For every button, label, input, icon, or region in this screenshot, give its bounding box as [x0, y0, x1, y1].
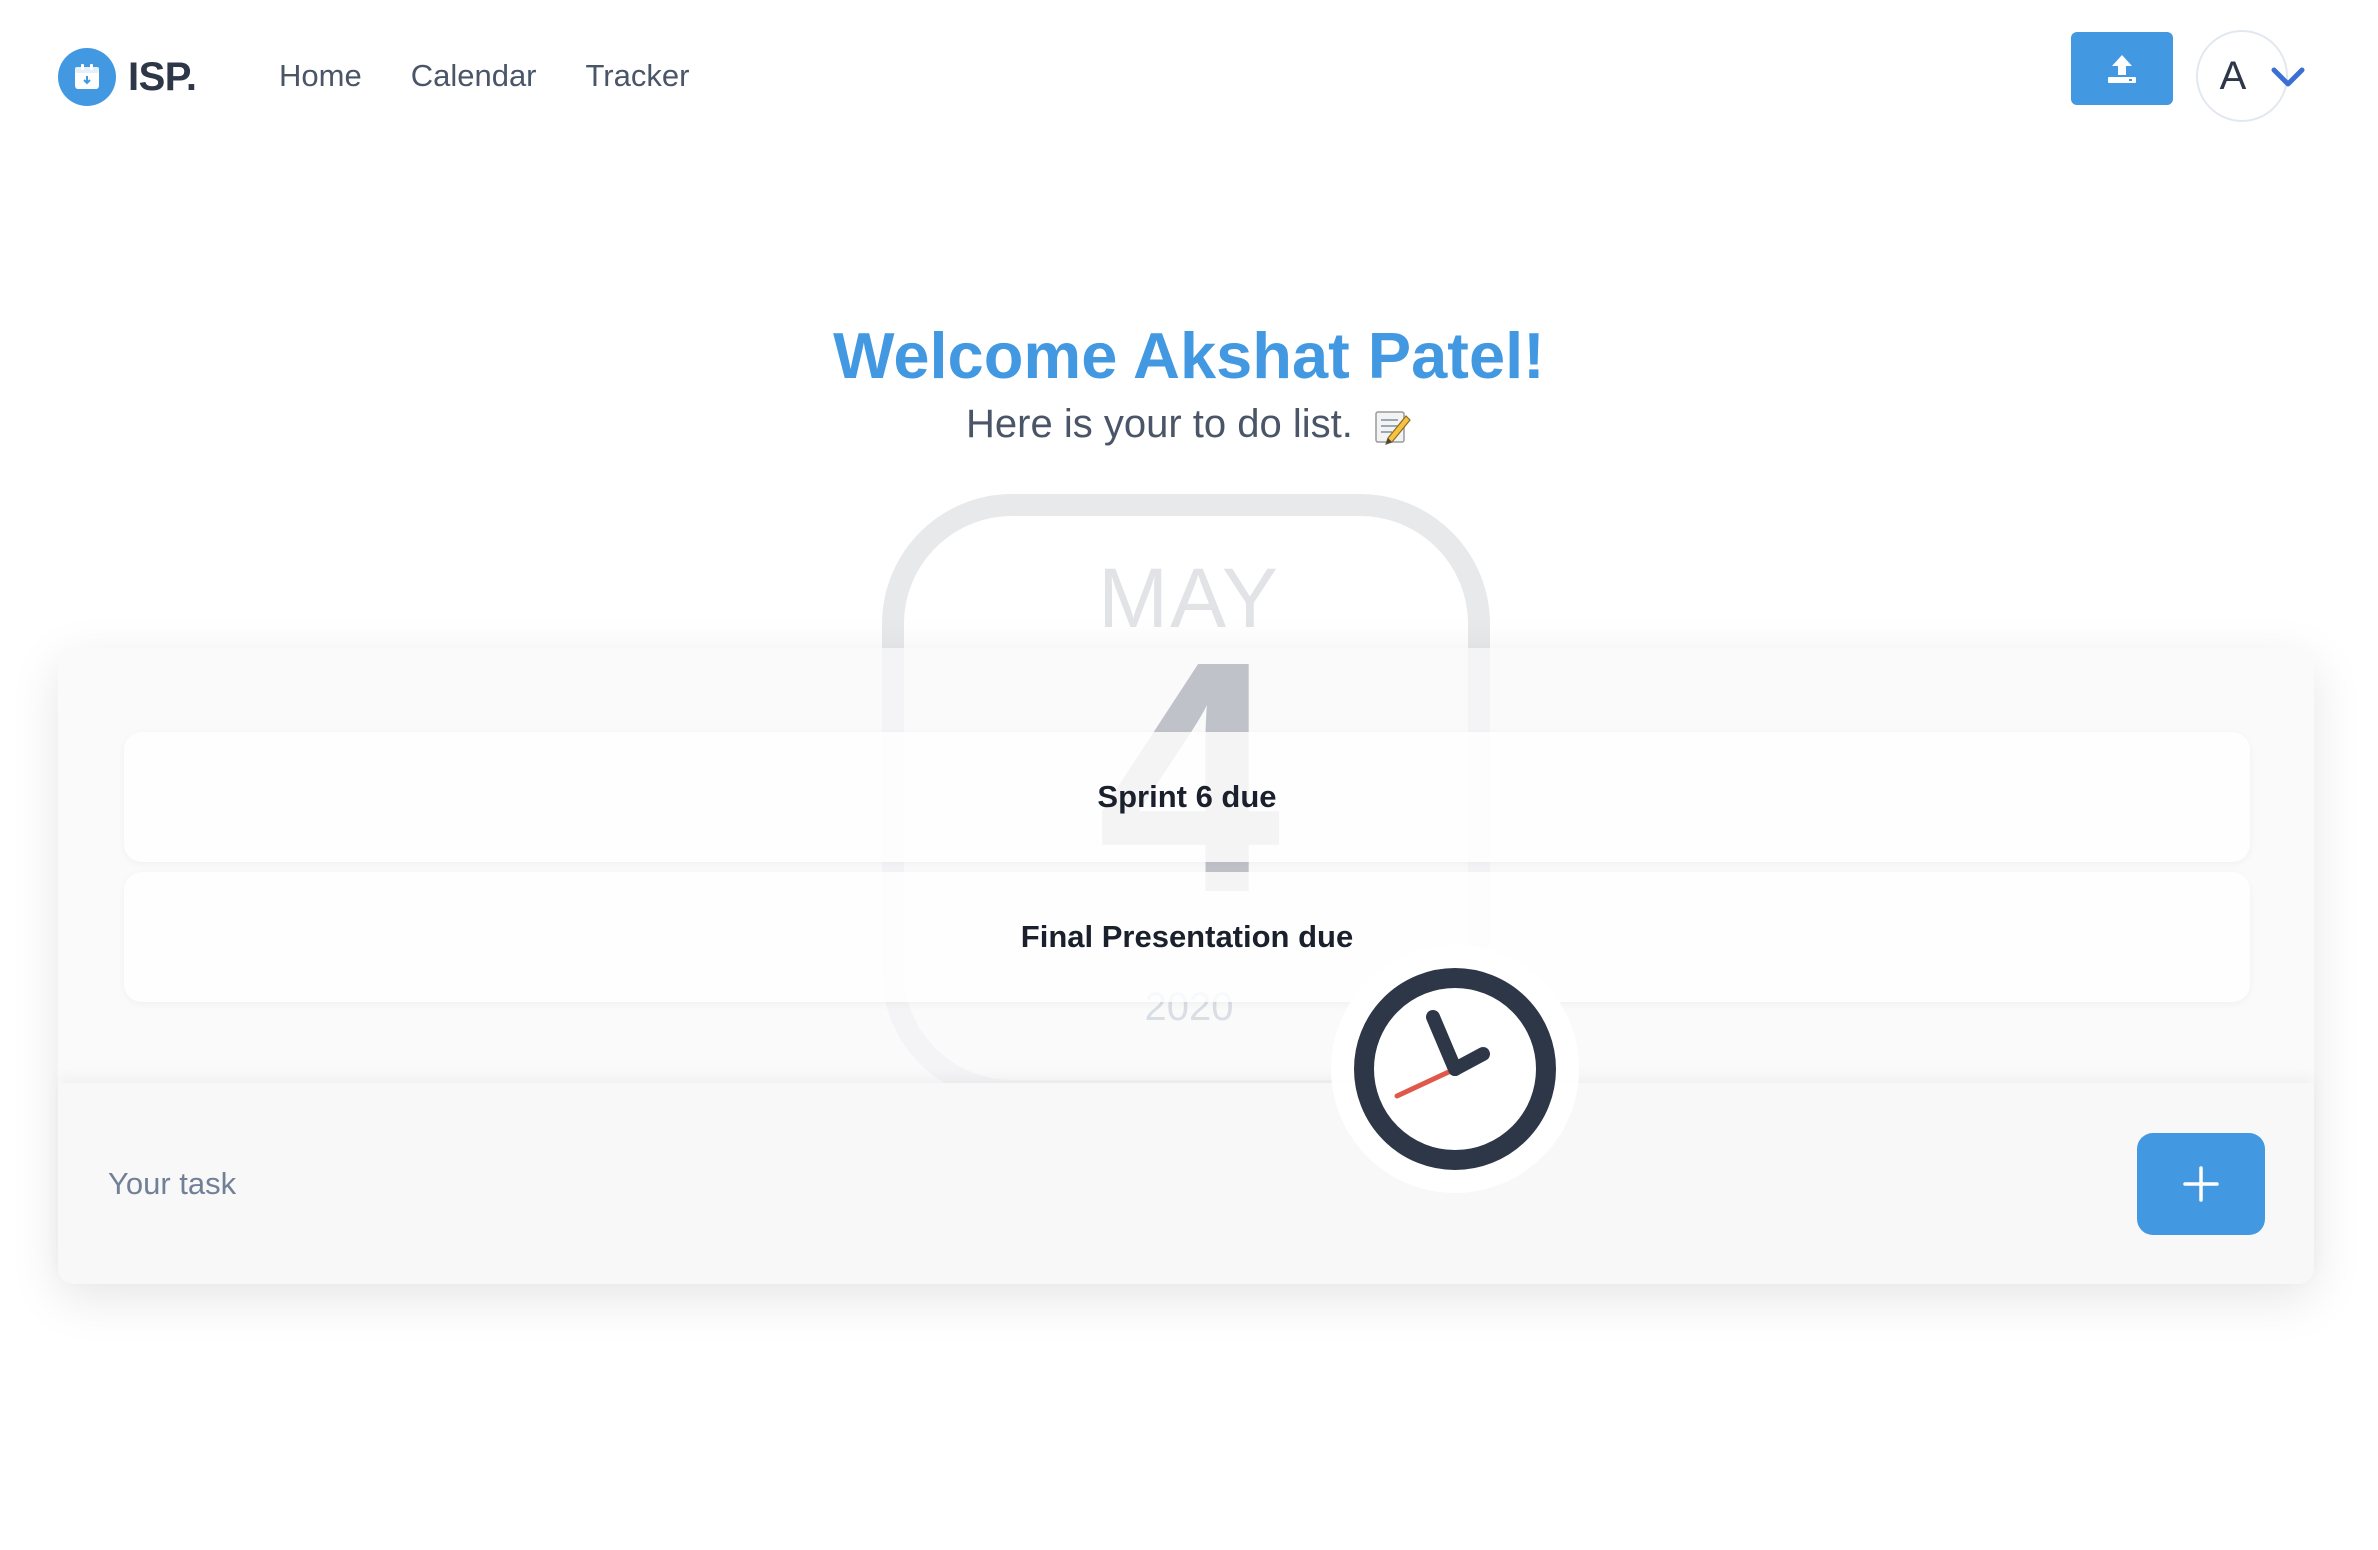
page: ISP. Home Calendar Tracker A Welcome Aks… [0, 0, 2378, 1550]
main-nav: Home Calendar Tracker [279, 56, 738, 96]
plus-icon [2183, 1166, 2219, 1202]
memo-icon [1375, 411, 1411, 446]
todo-item[interactable]: Sprint 6 due [124, 732, 2250, 862]
top-navbar: ISP. Home Calendar Tracker A [0, 0, 2378, 150]
logo-text: ISP. [128, 54, 197, 99]
nav-link-home[interactable]: Home [279, 56, 362, 96]
task-input[interactable] [108, 1144, 1208, 1224]
calendar-icon [58, 48, 116, 106]
upload-icon [2108, 54, 2136, 83]
todo-item[interactable]: Final Presentation due [124, 872, 2250, 1002]
nav-link-tracker[interactable]: Tracker [586, 56, 690, 96]
subtitle-text: Here is your to do list. [966, 402, 1353, 446]
todo-item-title: Sprint 6 due [1097, 779, 1277, 814]
add-task-button[interactable] [2137, 1133, 2265, 1235]
subtitle: Here is your to do list. [0, 402, 2378, 447]
logo[interactable]: ISP. [58, 48, 197, 106]
welcome-heading: Welcome Akshat Patel! [833, 319, 1545, 392]
avatar-letter: A [2219, 53, 2247, 98]
upload-button[interactable] [2071, 32, 2173, 105]
nav-link-calendar[interactable]: Calendar [411, 56, 537, 96]
clock-icon [1331, 945, 1579, 1193]
chevron-down-icon[interactable] [2268, 64, 2308, 90]
todo-item-title: Final Presentation due [1020, 919, 1354, 954]
